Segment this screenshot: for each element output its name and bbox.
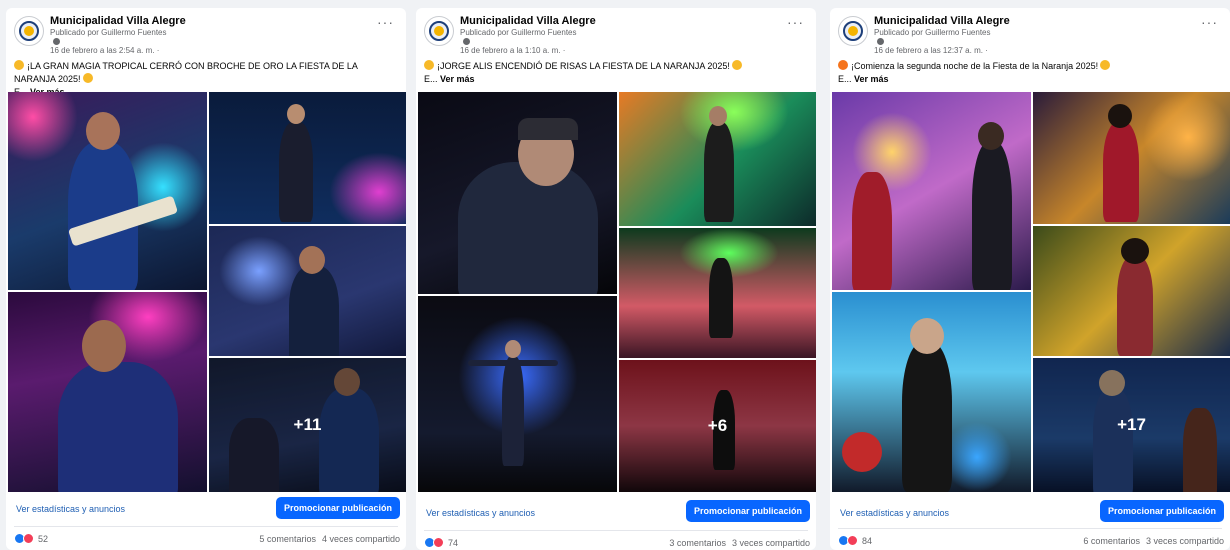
post-card: Municipalidad Villa Alegre Publicado por…	[830, 8, 1230, 550]
more-photos-overlay[interactable]: +17	[1033, 358, 1230, 492]
photo-4[interactable]	[8, 292, 207, 492]
post-caption: ¡JORGE ALIS ENCENDIÓ DE RISAS LA FIESTA …	[416, 60, 816, 92]
comments-count[interactable]: 3 comentarios	[669, 538, 726, 548]
engagement-counts: 3 comentarios 3 veces compartido	[663, 538, 810, 548]
caption-text: ¡JORGE ALIS ENCENDIÓ DE RISAS LA FIESTA …	[437, 61, 730, 71]
orange-emoji-icon	[82, 73, 93, 83]
publisher-icon	[463, 38, 470, 45]
photo-5[interactable]: +17	[1033, 358, 1230, 492]
promote-button[interactable]: Promocionar publicación	[685, 500, 810, 522]
reaction-count: 52	[38, 533, 49, 544]
orange-emoji-icon	[1100, 60, 1111, 70]
photo-1[interactable]	[8, 92, 207, 290]
caption-text: ¡LA GRAN MAGIA TROPICAL CERRÓ CON BROCHE…	[14, 61, 358, 84]
more-photos-overlay[interactable]: +11	[209, 358, 406, 492]
reactions-summary[interactable]: 84	[838, 535, 872, 546]
caption-continued: E...	[838, 74, 852, 84]
page-avatar[interactable]	[838, 16, 868, 46]
see-more-link[interactable]: Ver más	[440, 74, 475, 84]
photo-gallery: +6	[418, 92, 816, 492]
photo-4[interactable]	[832, 292, 1031, 492]
reaction-count: 74	[448, 537, 459, 548]
comments-count[interactable]: 6 comentarios	[1083, 536, 1140, 546]
photo-gallery: +17	[832, 92, 1230, 492]
post-caption: ¡Comienza la segunda noche de la Fiesta …	[830, 60, 1230, 92]
action-row: Ver estadísticas y anuncios Promocionar …	[416, 496, 816, 522]
engagement-row: 52 5 comentarios 4 veces compartido	[6, 530, 406, 548]
love-icon	[847, 535, 858, 546]
fire-emoji-icon	[838, 60, 848, 70]
insights-link[interactable]: Ver estadísticas y anuncios	[840, 508, 949, 518]
post-card: Municipalidad Villa Alegre Publicado por…	[6, 8, 406, 550]
engagement-counts: 6 comentarios 3 veces compartido	[1077, 536, 1224, 546]
post-date[interactable]: 16 de febrero a las 12:37 a. m. ·	[874, 46, 988, 55]
reaction-count: 84	[862, 535, 873, 546]
engagement-row: 84 6 comentarios 3 veces compartido	[830, 532, 1230, 550]
page-name[interactable]: Municipalidad Villa Alegre	[874, 15, 1010, 27]
page-avatar[interactable]	[14, 16, 44, 46]
reactions-summary[interactable]: 52	[14, 533, 48, 544]
feed: Municipalidad Villa Alegre Publicado por…	[0, 0, 1230, 550]
caption-continued: E...	[424, 74, 438, 84]
publisher-label: Publicado por Guillermo Fuentes	[874, 28, 991, 37]
publisher-label: Publicado por Guillermo Fuentes	[460, 28, 577, 37]
reactions-summary[interactable]: 74	[424, 537, 458, 548]
photo-3[interactable]	[209, 226, 406, 356]
post-header: Municipalidad Villa Alegre Publicado por…	[830, 8, 1230, 60]
shares-count[interactable]: 3 veces compartido	[1146, 536, 1224, 546]
divider	[838, 528, 1222, 529]
post-card: Municipalidad Villa Alegre Publicado por…	[416, 8, 816, 550]
photo-2[interactable]	[209, 92, 406, 224]
promote-button[interactable]: Promocionar publicación	[1099, 500, 1224, 522]
orange-emoji-icon	[424, 60, 434, 70]
insights-link[interactable]: Ver estadísticas y anuncios	[426, 508, 535, 518]
more-options-icon[interactable]: ···	[377, 14, 394, 30]
publisher-icon	[877, 38, 884, 45]
photo-5[interactable]: +6	[619, 360, 816, 492]
love-icon	[23, 533, 34, 544]
action-row: Ver estadísticas y anuncios Promocionar …	[830, 496, 1230, 522]
divider	[424, 530, 808, 531]
photo-2[interactable]	[1033, 92, 1230, 224]
caption-text: ¡Comienza la segunda noche de la Fiesta …	[851, 61, 1099, 71]
photo-1[interactable]	[418, 92, 617, 294]
action-row: Ver estadísticas y anuncios Promocionar …	[6, 496, 406, 522]
post-date[interactable]: 16 de febrero a la 1:10 a. m. ·	[460, 46, 565, 55]
page-avatar[interactable]	[424, 16, 454, 46]
page-name[interactable]: Municipalidad Villa Alegre	[460, 15, 596, 27]
love-icon	[433, 537, 444, 548]
see-more-link[interactable]: Ver más	[854, 74, 889, 84]
promote-button[interactable]: Promocionar publicación	[275, 497, 400, 519]
photo-3[interactable]	[1033, 226, 1230, 356]
more-photos-overlay[interactable]: +6	[619, 360, 816, 492]
photo-5[interactable]: +11	[209, 358, 406, 492]
shares-count[interactable]: 3 veces compartido	[732, 538, 810, 548]
engagement-row: 74 3 comentarios 3 veces compartido	[416, 534, 816, 550]
photo-gallery: +11	[8, 92, 406, 492]
photo-3[interactable]	[619, 228, 816, 358]
post-caption: ¡LA GRAN MAGIA TROPICAL CERRÓ CON BROCHE…	[6, 60, 406, 97]
divider	[14, 526, 398, 527]
photo-1[interactable]	[832, 92, 1031, 290]
photo-2[interactable]	[619, 92, 816, 226]
publisher-label: Publicado por Guillermo Fuentes	[50, 28, 167, 37]
guitar-emoji-icon	[14, 60, 24, 70]
post-date[interactable]: 16 de febrero a las 2:54 a. m. ·	[50, 46, 159, 55]
more-options-icon[interactable]: ···	[787, 14, 804, 30]
page-name[interactable]: Municipalidad Villa Alegre	[50, 15, 186, 27]
shares-count[interactable]: 4 veces compartido	[322, 534, 400, 544]
post-header: Municipalidad Villa Alegre Publicado por…	[6, 8, 406, 60]
comments-count[interactable]: 5 comentarios	[259, 534, 316, 544]
laughing-emoji-icon	[731, 60, 742, 70]
post-header: Municipalidad Villa Alegre Publicado por…	[416, 8, 816, 60]
publisher-icon	[53, 38, 60, 45]
insights-link[interactable]: Ver estadísticas y anuncios	[16, 504, 125, 514]
engagement-counts: 5 comentarios 4 veces compartido	[253, 534, 400, 544]
more-options-icon[interactable]: ···	[1201, 14, 1218, 30]
photo-4[interactable]	[418, 296, 617, 492]
